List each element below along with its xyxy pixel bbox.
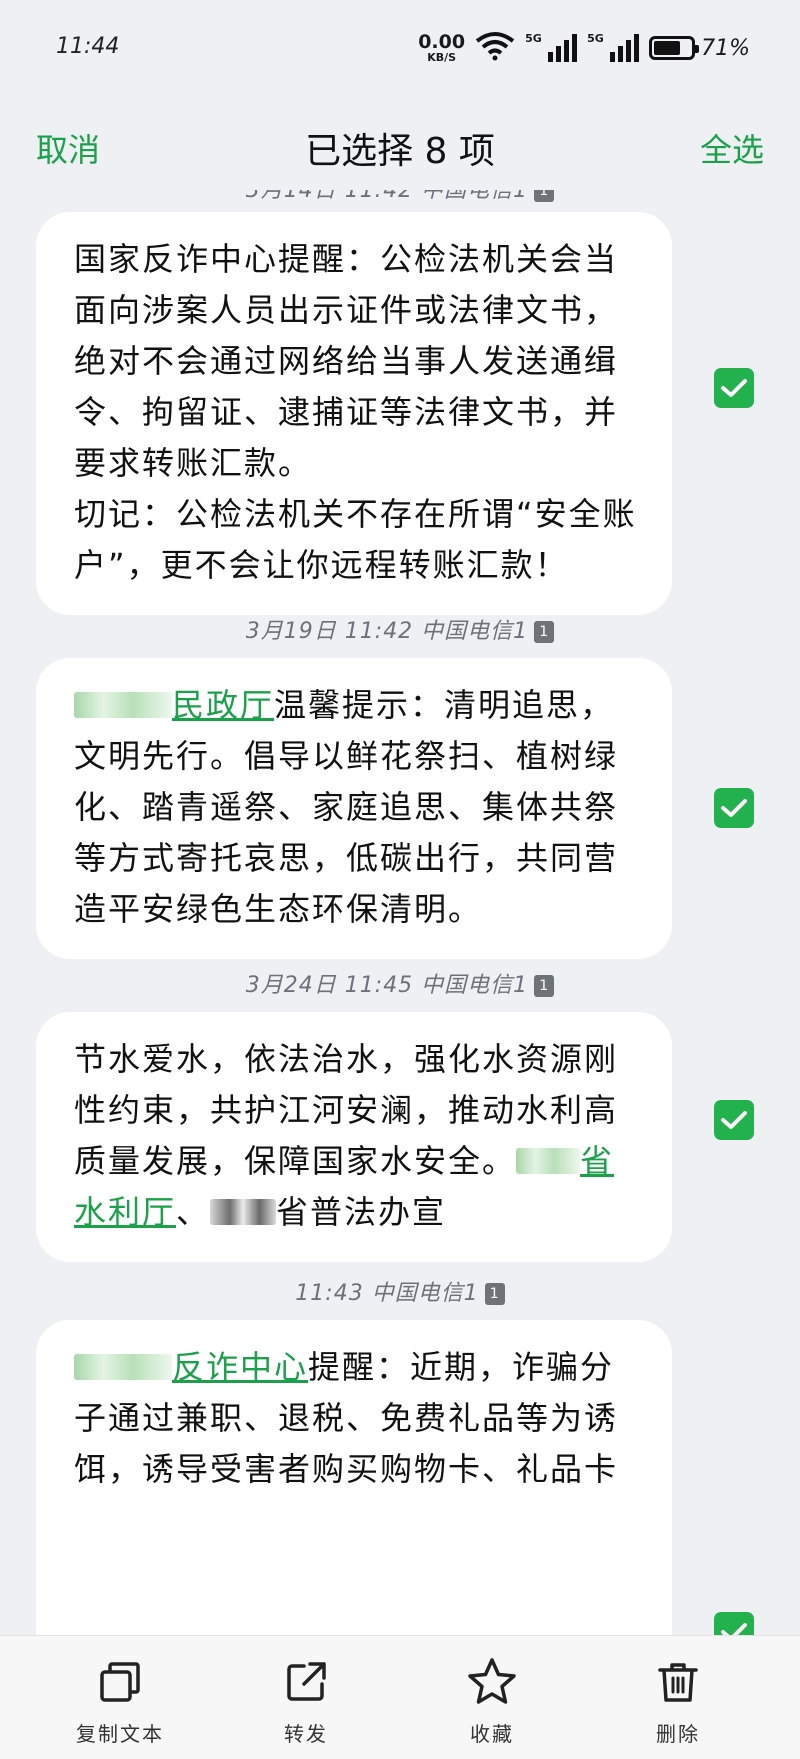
message-meta: 3月14日 11:42 中国电信1 1 [0, 190, 800, 204]
message-meta: 11:43 中国电信1 1 [0, 1275, 800, 1307]
forward-label: 转发 [284, 1722, 328, 1746]
redacted-text [74, 1354, 172, 1380]
message-checkbox[interactable] [714, 1612, 754, 1635]
share-icon [236, 1654, 376, 1710]
message-text: 民政厅温馨提示：清明追思，文明先行。倡导以鲜花祭扫、植树绿化、踏青遥祭、家庭追思… [74, 680, 638, 935]
check-icon [721, 379, 747, 397]
message-meta-text: 3月24日 11:45 中国电信1 [245, 973, 529, 998]
sim-badge: 1 [534, 975, 555, 997]
message-meta-text: 3月14日 11:42 中国电信1 [245, 190, 529, 203]
favorite-button[interactable]: 收藏 [422, 1654, 562, 1747]
status-time: 11:44 [56, 34, 120, 59]
message-text-body: 温馨提示：清明追思，文明先行。倡导以鲜花祭扫、植树绿化、踏青遥祭、家庭追思、集体… [74, 686, 619, 928]
sender-link[interactable]: 民政厅 [172, 686, 274, 724]
redacted-text [516, 1148, 581, 1174]
message-bubble[interactable]: 反诈中心提醒：近期，诈骗分子通过兼职、退税、免费礼品等为诱饵，诱导受害者购买购物… [36, 1320, 672, 1635]
sim-badge: 1 [534, 621, 555, 643]
signal-label-sim2: 5G [587, 32, 604, 45]
agency-link-part2[interactable]: 水利厅 [74, 1193, 176, 1231]
battery-indicator: 71% [649, 36, 750, 61]
copy-text-button[interactable]: 复制文本 [50, 1654, 190, 1747]
wifi-icon [475, 31, 515, 65]
sim-badge: 1 [534, 190, 555, 202]
favorite-label: 收藏 [470, 1722, 514, 1746]
message-paragraph: 切记：公检法机关不存在所谓“安全账户”，更不会让你远程转账汇款！ [74, 495, 637, 584]
message-list[interactable]: 3月14日 11:42 中国电信1 1 国家反诈中心提醒：公检法机关会当面向涉案人… [0, 190, 800, 1635]
delete-button[interactable]: 删除 [608, 1654, 748, 1747]
signal-icon-sim2: 5G [587, 32, 640, 62]
message-checkbox[interactable] [714, 368, 754, 408]
message-bubble[interactable]: 国家反诈中心提醒：公检法机关会当面向涉案人员出示证件或法律文书，绝对不会通过网络… [36, 212, 672, 615]
signal-icon-sim1: 5G [525, 32, 578, 62]
message-meta-text: 11:43 中国电信1 [295, 1281, 479, 1306]
network-speed-unit: KB/S [427, 51, 457, 64]
message-checkbox[interactable] [714, 788, 754, 828]
message-meta: 3月24日 11:45 中国电信1 1 [0, 967, 800, 999]
check-icon [721, 1111, 747, 1129]
sender-link[interactable]: 反诈中心 [172, 1348, 308, 1386]
delete-label: 删除 [656, 1722, 700, 1746]
bottom-toolbar: 复制文本 转发 收藏 删除 [0, 1635, 800, 1759]
star-icon [422, 1654, 562, 1710]
redacted-text [210, 1199, 277, 1225]
signal-label-sim1: 5G [525, 32, 542, 45]
battery-fill [654, 41, 680, 55]
network-speed: 0.00 KB/S [418, 31, 466, 64]
check-icon [721, 1623, 747, 1635]
agency-link-part1[interactable]: 省 [580, 1142, 614, 1180]
message-text-tail: 省普法办宣 [276, 1193, 447, 1231]
message-bubble[interactable]: 节水爱水，依法治水，强化水资源刚性约束，共护江河安澜，推动水利高质量发展，保障国… [36, 1012, 672, 1262]
status-bar: 11:44 0.00 KB/S 5G 5G 71% [0, 0, 800, 100]
sim-badge: 1 [484, 1283, 505, 1305]
status-icons: 0.00 KB/S 5G 5G 71% [418, 30, 750, 66]
trash-icon [608, 1654, 748, 1710]
battery-percent: 71% [701, 35, 750, 61]
redacted-text [74, 692, 172, 718]
copy-icon [50, 1654, 190, 1710]
selection-header: 取消 已选择 8 项 全选 [0, 100, 800, 190]
copy-text-label: 复制文本 [76, 1722, 164, 1746]
battery-icon [649, 36, 700, 60]
message-text: 节水爱水，依法治水，强化水资源刚性约束，共护江河安澜，推动水利高质量发展，保障国… [74, 1034, 638, 1238]
select-all-button[interactable]: 全选 [700, 125, 764, 171]
message-text: 反诈中心提醒：近期，诈骗分子通过兼职、退税、免费礼品等为诱饵，诱导受害者购买购物… [74, 1342, 638, 1495]
message-meta-text: 3月19日 11:42 中国电信1 [245, 619, 529, 644]
selection-title: 已选择 8 项 [305, 131, 495, 172]
message-bubble[interactable]: 民政厅温馨提示：清明追思，文明先行。倡导以鲜花祭扫、植树绿化、踏青遥祭、家庭追思… [36, 658, 672, 959]
message-meta: 3月19日 11:42 中国电信1 1 [0, 613, 800, 645]
message-checkbox[interactable] [714, 1100, 754, 1140]
separator-text: 、 [176, 1193, 211, 1231]
forward-button[interactable]: 转发 [236, 1654, 376, 1747]
network-speed-value: 0.00 [418, 31, 466, 53]
check-icon [721, 799, 747, 817]
message-paragraph: 国家反诈中心提醒：公检法机关会当面向涉案人员出示证件或法律文书，绝对不会通过网络… [74, 240, 619, 482]
